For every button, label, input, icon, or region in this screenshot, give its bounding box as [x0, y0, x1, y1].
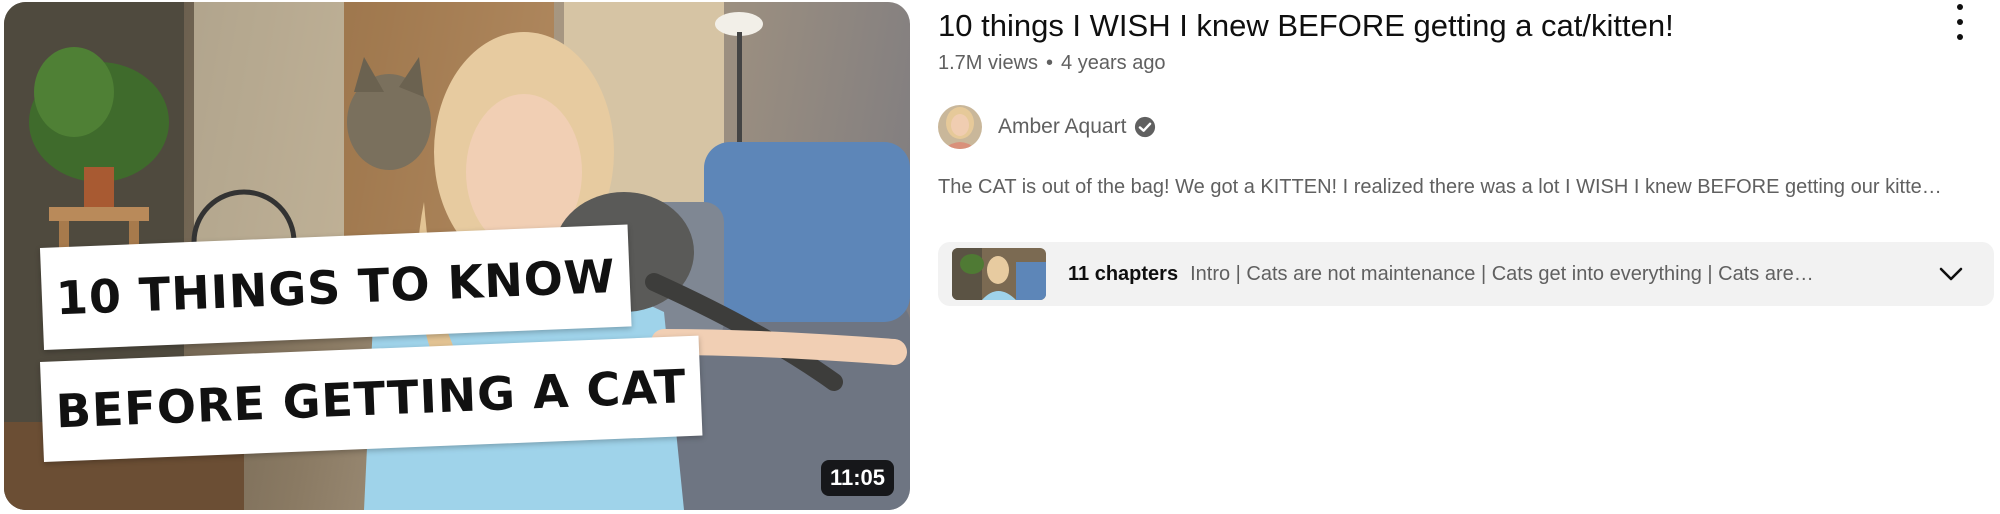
channel-link[interactable]: Amber Aquart [938, 104, 1156, 150]
video-description-snippet[interactable]: The CAT is out of the bag! We got a KITT… [938, 176, 1994, 199]
duration-badge: 11:05 [820, 460, 894, 496]
chapters-bar[interactable]: 11 chapters Intro | Cats are not mainten… [938, 242, 1994, 306]
video-title[interactable]: 10 things I WISH I knew BEFORE getting a… [938, 6, 1938, 46]
view-count: 1.7M views [938, 52, 1039, 74]
verified-check-icon [1135, 116, 1156, 138]
more-actions-button[interactable] [1944, 4, 1976, 40]
chevron-down-icon[interactable] [1938, 264, 1964, 284]
channel-name[interactable]: Amber Aquart [998, 115, 1126, 139]
chapter-titles: Intro | Cats are not maintenance | Cats … [1190, 262, 1814, 285]
channel-avatar[interactable] [938, 105, 982, 149]
upload-age: 4 years ago [1061, 52, 1166, 74]
chapter-thumbnail [952, 248, 1046, 300]
video-metadata: 1.7M views • 4 years ago [938, 52, 1166, 75]
chapter-count: 11 chapters [1068, 262, 1179, 285]
vertical-ellipsis-icon [1957, 4, 1963, 10]
video-thumbnail[interactable]: 10 THINGS TO KNOW BEFORE GETTING A CAT 1… [4, 2, 910, 510]
meta-separator: • [1046, 52, 1054, 74]
